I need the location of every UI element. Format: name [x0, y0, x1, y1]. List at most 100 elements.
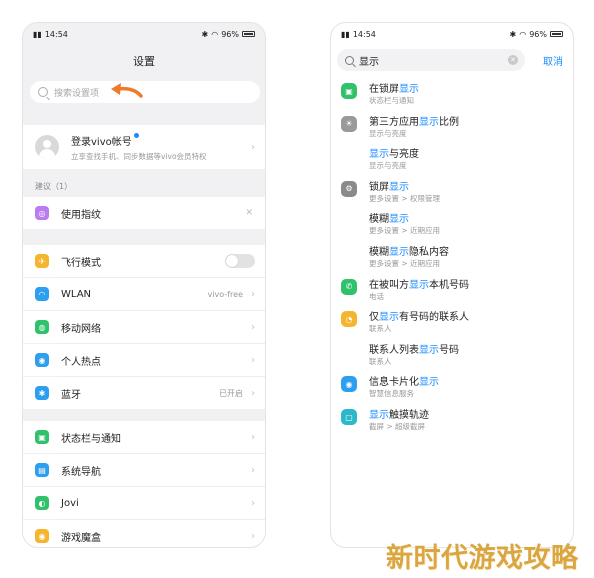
status-time: 14:54	[352, 29, 376, 39]
search-input[interactable]: 显示 ✕	[337, 49, 525, 71]
chevron-right-icon: ›	[251, 141, 255, 153]
battery-icon	[242, 31, 255, 37]
search-result-subtitle: 电话	[369, 291, 384, 301]
settings-item-label: 系统导航	[61, 466, 101, 478]
message-icon: ◉	[341, 376, 357, 393]
battery-icon	[550, 31, 563, 37]
search-result-subtitle: 状态栏与通知	[369, 96, 414, 105]
wifi-icon: ◠	[35, 287, 49, 301]
airplane-toggle[interactable]	[225, 254, 255, 268]
result-title-text: 触摸轨迹	[389, 410, 429, 421]
result-title-text: 与亮度	[389, 149, 419, 161]
search-result-item[interactable]: ⚙ 锁屏显示 更多设置 > 权限管理	[331, 177, 573, 210]
result-title-text: 在被叫方	[369, 279, 409, 291]
settings-item-value: 已开启	[219, 388, 243, 398]
search-result-item[interactable]: ☀ 第三方应用显示比例 显示与亮度	[331, 112, 573, 145]
settings-item-jovi[interactable]: ◐ Jovi ›	[23, 487, 265, 519]
status-bar: ▮▮ 14:54 ✱ ◠ 96%	[23, 23, 265, 45]
search-icon	[345, 55, 354, 65]
navigation-icon: ▤	[35, 463, 49, 477]
phone-icon: ✆	[341, 278, 357, 295]
search-input[interactable]: 搜索设置项	[30, 81, 260, 103]
search-result-item[interactable]: 联系人列表显示号码 联系人	[331, 340, 573, 373]
search-result-subtitle: 联系人	[369, 356, 392, 366]
dismiss-icon[interactable]: ✕	[245, 208, 253, 218]
search-result-subtitle: 联系人	[369, 324, 392, 334]
annotation-arrow-icon	[111, 83, 143, 98]
search-result-title: 模糊显示	[369, 210, 409, 225]
search-result-subtitle: 更多设置 > 权限管理	[369, 193, 441, 203]
result-title-highlight: 显示	[409, 279, 429, 291]
globe-icon: ◍	[35, 320, 49, 334]
chevron-right-icon: ›	[251, 288, 255, 300]
search-result-item[interactable]: ▢ 显示触摸轨迹 截屏 > 超级截屏	[331, 405, 573, 438]
hotspot-icon: ◉	[35, 353, 49, 367]
result-title-text: 信息卡片化	[369, 377, 419, 389]
search-result-title: 显示与亮度	[369, 145, 419, 160]
clear-icon[interactable]: ✕	[508, 55, 518, 65]
result-title-text: 锁屏	[369, 181, 389, 193]
search-result-title: 信息卡片化显示	[369, 373, 439, 388]
suggestion-item-label: 使用指纹	[61, 209, 101, 221]
settings-item-hotspot[interactable]: ◉ 个人热点 ›	[23, 344, 265, 376]
result-title-text: 仅	[369, 312, 379, 324]
result-title-text: 隐私内容	[409, 247, 449, 258]
settings-item-navigation[interactable]: ▤ 系统导航 ›	[23, 454, 265, 486]
signal-icon: ▮▮	[33, 29, 42, 39]
account-login-row[interactable]: 登录vivo帐号 立享查找手机、同步数据等vivo会员特权 ›	[23, 125, 265, 169]
result-title-text: 模糊	[369, 247, 389, 258]
settings-item-label: 状态栏与通知	[61, 433, 121, 445]
fingerprint-icon: ◎	[35, 206, 49, 220]
result-title-highlight: 显示	[389, 181, 409, 193]
chevron-right-icon: ›	[251, 497, 255, 509]
chevron-right-icon: ›	[251, 321, 255, 333]
result-title-text: 有号码的联系人	[399, 312, 469, 324]
search-result-title: 仅显示有号码的联系人	[369, 308, 469, 323]
result-title-highlight: 显示	[399, 84, 419, 95]
settings-item-label: 蓝牙	[61, 389, 81, 401]
search-result-item[interactable]: 模糊显示隐私内容 更多设置 > 近期应用	[331, 242, 573, 275]
settings-item-wlan[interactable]: ◠ WLAN vivo-free ›	[23, 278, 265, 310]
chevron-right-icon: ›	[251, 530, 255, 542]
search-result-title: 在锁屏显示	[369, 80, 419, 95]
settings-item-statusbar[interactable]: ▣ 状态栏与通知 ›	[23, 421, 265, 453]
search-result-subtitle: 显示与亮度	[369, 161, 407, 171]
search-result-subtitle: 显示与亮度	[369, 128, 407, 138]
search-result-title: 在被叫方显示本机号码	[369, 276, 469, 291]
chevron-right-icon: ›	[251, 354, 255, 366]
settings-item-label: 游戏魔盒	[61, 532, 101, 544]
game-icon: ◉	[35, 529, 49, 543]
more-settings-icon: ⚙	[341, 180, 357, 197]
search-result-item[interactable]: ▣ 在锁屏显示 状态栏与通知	[331, 79, 573, 112]
settings-item-mobile-network[interactable]: ◍ 移动网络 ›	[23, 311, 265, 343]
avatar	[35, 135, 59, 159]
settings-item-label: 飞行模式	[61, 257, 101, 269]
result-title-text: 号码	[439, 344, 459, 356]
settings-item-bluetooth[interactable]: ✱ 蓝牙 已开启 ›	[23, 377, 265, 409]
search-result-item[interactable]: ◉ 信息卡片化显示 智慧信息服务	[331, 372, 573, 405]
search-result-item[interactable]: 显示与亮度 显示与亮度	[331, 144, 573, 177]
new-badge-dot	[133, 132, 139, 138]
chevron-right-icon: ›	[251, 387, 255, 399]
settings-item-label: Jovi	[61, 497, 79, 509]
suggestion-label: 建议（1）	[35, 182, 73, 191]
wifi-status-icon: ◠	[519, 29, 527, 39]
screenshot-stage: ▮▮ 14:54 ✱ ◠ 96% 设置 搜索设置项 登录vivo帐号 立享查找手…	[0, 0, 594, 578]
settings-item-airplane[interactable]: ✈ 飞行模式	[23, 245, 265, 277]
result-title-text: 联系人列表	[369, 344, 419, 356]
search-result-item[interactable]: ✆ 在被叫方显示本机号码 电话	[331, 275, 573, 308]
cancel-button[interactable]: 取消	[543, 53, 563, 68]
suggestion-fingerprint-row[interactable]: ◎ 使用指纹 ✕	[23, 197, 265, 229]
contacts-icon: ◔	[341, 311, 357, 328]
search-result-item[interactable]: 模糊显示 更多设置 > 近期应用	[331, 209, 573, 242]
jovi-icon: ◐	[35, 496, 49, 510]
bluetooth-status-icon: ✱	[509, 29, 517, 39]
search-result-subtitle: 截屏 > 超级截屏	[369, 422, 426, 431]
result-title-highlight: 显示	[389, 214, 409, 226]
settings-item-label: 个人热点	[61, 356, 101, 368]
page-title: 设置	[133, 55, 155, 68]
search-result-item[interactable]: ◔ 仅显示有号码的联系人 联系人	[331, 307, 573, 340]
status-time: 14:54	[44, 29, 68, 39]
settings-item-game[interactable]: ◉ 游戏魔盒 ›	[23, 520, 265, 547]
search-result-subtitle: 更多设置 > 近期应用	[369, 226, 441, 236]
